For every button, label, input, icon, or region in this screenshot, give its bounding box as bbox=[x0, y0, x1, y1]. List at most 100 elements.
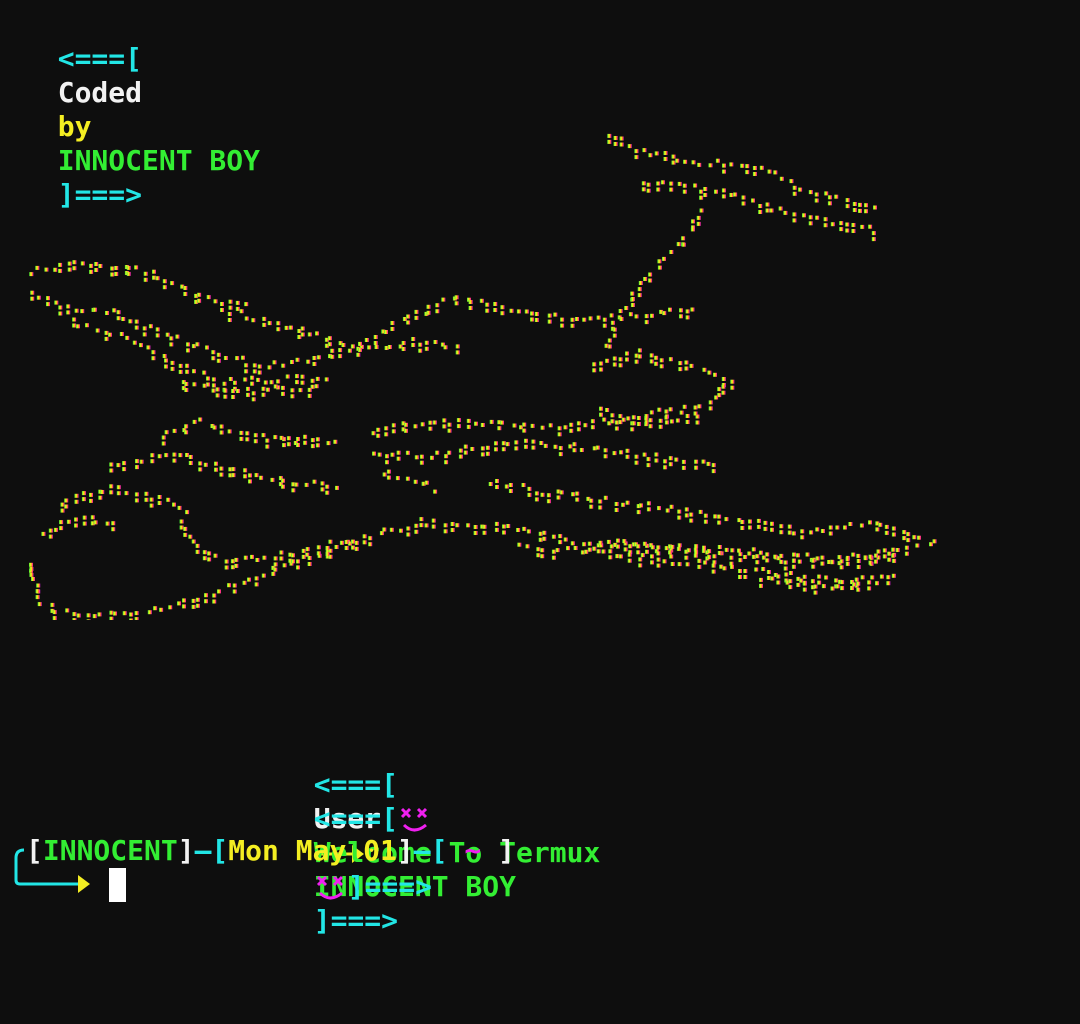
art-dot bbox=[382, 527, 387, 532]
art-dot bbox=[643, 277, 648, 281]
art-dot bbox=[868, 554, 873, 559]
art-dot bbox=[217, 589, 221, 594]
art-dot bbox=[426, 304, 431, 309]
art-dot bbox=[291, 553, 295, 558]
art-dot bbox=[763, 526, 768, 531]
art-dot bbox=[730, 564, 734, 569]
art-dot bbox=[839, 559, 844, 564]
art-dot bbox=[694, 544, 699, 549]
art-dot bbox=[827, 195, 832, 200]
art-dot bbox=[335, 485, 339, 490]
art-dot bbox=[663, 459, 668, 464]
art-dot bbox=[759, 165, 764, 170]
art-dot bbox=[59, 526, 64, 531]
art-dot bbox=[783, 210, 788, 215]
art-dot bbox=[134, 325, 139, 330]
art-dot bbox=[878, 522, 883, 527]
art-dot bbox=[150, 459, 155, 464]
art-dot bbox=[254, 582, 259, 587]
terminal-cursor[interactable] bbox=[109, 868, 126, 902]
art-dot bbox=[273, 435, 278, 440]
art-dot bbox=[677, 515, 682, 520]
art-dot bbox=[36, 295, 41, 300]
art-dot bbox=[307, 387, 312, 392]
art-dot bbox=[729, 555, 734, 560]
art-dot bbox=[257, 370, 262, 375]
art-dot bbox=[395, 476, 400, 481]
art-dot bbox=[119, 332, 124, 336]
art-dot bbox=[48, 528, 53, 533]
art-dot bbox=[109, 468, 114, 473]
prompt-rb1: ] bbox=[177, 834, 195, 867]
art-dot bbox=[216, 358, 221, 363]
art-dot bbox=[557, 426, 562, 431]
art-dot bbox=[243, 474, 248, 479]
art-dot bbox=[224, 559, 229, 564]
art-dot bbox=[151, 350, 156, 355]
art-dot bbox=[525, 544, 530, 549]
art-dot bbox=[863, 555, 868, 560]
art-dot bbox=[211, 356, 216, 361]
art-dot bbox=[599, 367, 604, 372]
art-dot bbox=[100, 490, 105, 494]
art-dot bbox=[59, 520, 64, 525]
art-dot bbox=[495, 479, 499, 483]
art-dot bbox=[307, 556, 312, 560]
art-dot bbox=[851, 229, 856, 233]
art-dot bbox=[845, 561, 850, 566]
art-dot bbox=[891, 573, 896, 578]
art-dot bbox=[648, 418, 653, 423]
art-dot bbox=[540, 554, 545, 559]
art-dot bbox=[699, 208, 704, 213]
art-dot bbox=[356, 352, 361, 357]
art-dot bbox=[419, 454, 424, 459]
art-dot bbox=[695, 420, 700, 425]
art-dot bbox=[254, 473, 259, 478]
art-dot bbox=[668, 550, 672, 555]
art-dot bbox=[267, 321, 272, 326]
art-dot bbox=[681, 242, 686, 247]
art-dot bbox=[546, 499, 551, 504]
art-dot bbox=[575, 497, 580, 502]
art-dot bbox=[505, 442, 510, 447]
art-dot bbox=[105, 521, 110, 526]
art-dot bbox=[455, 523, 460, 528]
art-dot bbox=[834, 578, 839, 583]
art-dot bbox=[164, 358, 168, 363]
art-dot bbox=[202, 550, 207, 555]
art-dot bbox=[143, 277, 148, 282]
art-dot bbox=[98, 495, 103, 500]
art-dot bbox=[89, 269, 94, 274]
art-dot bbox=[730, 379, 735, 384]
art-dot bbox=[281, 391, 285, 396]
art-dot bbox=[814, 198, 819, 203]
art-dot bbox=[310, 444, 315, 449]
art-dot bbox=[553, 312, 558, 317]
art-dot bbox=[121, 317, 126, 321]
art-dot bbox=[432, 420, 437, 425]
art-dot bbox=[835, 584, 840, 589]
art-dot bbox=[419, 523, 424, 528]
art-dot bbox=[374, 345, 379, 349]
art-dot bbox=[765, 208, 770, 213]
art-dot bbox=[524, 309, 529, 314]
art-dot bbox=[662, 256, 666, 261]
art-dot bbox=[433, 340, 438, 344]
art-dot bbox=[303, 434, 308, 439]
art-dot bbox=[216, 352, 221, 357]
art-dot bbox=[904, 545, 909, 550]
art-dot bbox=[628, 312, 633, 317]
art-dot bbox=[35, 265, 40, 270]
user-close: ]===> bbox=[313, 904, 399, 937]
art-dot bbox=[314, 384, 319, 389]
art-dot bbox=[820, 529, 825, 533]
art-dot bbox=[508, 483, 513, 487]
art-dot bbox=[324, 377, 329, 382]
art-dot bbox=[295, 380, 299, 385]
art-dot bbox=[641, 181, 646, 186]
art-dot bbox=[670, 562, 675, 566]
art-dot bbox=[35, 595, 40, 600]
art-dot bbox=[542, 530, 547, 535]
art-dot bbox=[722, 163, 726, 168]
art-dot bbox=[654, 452, 659, 457]
